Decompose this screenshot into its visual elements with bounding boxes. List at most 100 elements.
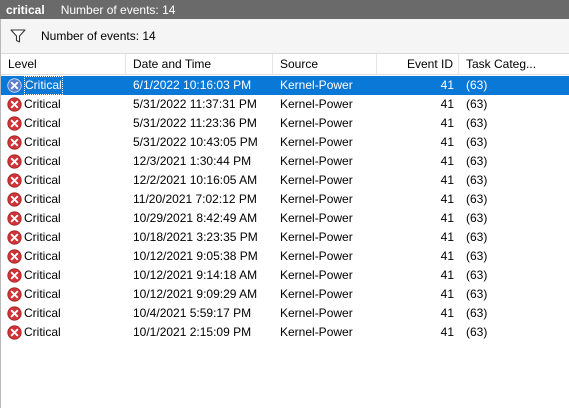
critical-icon [7, 173, 22, 188]
event-row[interactable]: Critical 6/1/2022 10:16:03 PM Kernel-Power… [1, 76, 569, 95]
event-level-label: Critical [24, 230, 61, 244]
event-row[interactable]: Critical 10/1/2021 2:15:09 PM Kernel-Power… [1, 323, 569, 342]
event-level-label: Critical [24, 287, 61, 301]
event-row[interactable]: Critical 11/20/2021 7:02:12 PM Kernel-Powe… [1, 190, 569, 209]
event-level-cell: Critical [1, 266, 126, 285]
event-id: 41 [440, 135, 454, 149]
event-row[interactable]: Critical 10/12/2021 9:09:29 AM Kernel-Powe… [1, 285, 569, 304]
event-id: 41 [440, 97, 454, 111]
event-task-category: (63) [466, 230, 488, 244]
event-level-cell: Critical [1, 171, 126, 190]
column-header: Level Date and Time Source Event ID Task… [1, 54, 569, 75]
critical-icon [7, 154, 22, 169]
critical-icon [7, 306, 22, 321]
event-id: 41 [440, 249, 454, 263]
event-id: 41 [440, 306, 454, 320]
column-header-date-time[interactable]: Date and Time [126, 54, 273, 74]
event-level-label: Critical [24, 173, 61, 187]
critical-icon [7, 97, 22, 112]
event-date-time: 10/12/2021 9:14:18 AM [133, 268, 258, 282]
event-row[interactable]: Critical 10/29/2021 8:42:49 AM Kernel-Powe… [1, 209, 569, 228]
event-date-time: 10/18/2021 3:23:35 PM [133, 230, 258, 244]
event-date-time: 5/31/2022 11:23:36 PM [133, 116, 257, 130]
event-level-label: Critical [24, 116, 61, 130]
event-date-time: 12/3/2021 1:30:44 PM [133, 154, 252, 168]
event-row[interactable]: Critical 5/31/2022 11:37:31 PM Kernel-Powe… [1, 95, 569, 114]
critical-icon [7, 230, 22, 245]
event-id: 41 [440, 78, 454, 92]
view-name: critical [6, 2, 45, 17]
column-header-event-id[interactable]: Event ID [377, 54, 459, 74]
column-header-level[interactable]: Level [1, 54, 126, 74]
event-level-label: Critical [24, 211, 61, 225]
event-task-category: (63) [466, 116, 488, 130]
event-task-category: (63) [466, 306, 488, 320]
event-task-category: (63) [466, 173, 488, 187]
event-task-category: (63) [466, 211, 488, 225]
event-task-category: (63) [466, 97, 488, 111]
event-row[interactable]: Critical 10/4/2021 5:59:17 PM Kernel-Power… [1, 304, 569, 323]
event-date-time: 5/31/2022 10:43:05 PM [133, 135, 258, 149]
event-row[interactable]: Critical 10/12/2021 9:05:38 PM Kernel-Powe… [1, 247, 569, 266]
event-id: 41 [440, 325, 454, 339]
event-row[interactable]: Critical 12/3/2021 1:30:44 PM Kernel-Power… [1, 152, 569, 171]
critical-icon [7, 78, 22, 93]
event-level-cell: Critical [1, 114, 126, 133]
event-date-time: 12/2/2021 10:16:05 AM [133, 173, 258, 187]
event-level-label: Critical [24, 192, 61, 206]
event-date-time: 10/1/2021 2:15:09 PM [133, 325, 252, 339]
event-id: 41 [440, 287, 454, 301]
event-level-cell: Critical [1, 133, 126, 152]
event-source: Kernel-Power [280, 116, 353, 130]
event-id: 41 [440, 230, 454, 244]
event-level-label: Critical [24, 306, 61, 320]
event-level-label: Critical [24, 325, 61, 339]
event-date-time: 10/12/2021 9:09:29 AM [133, 287, 258, 301]
critical-icon [7, 135, 22, 150]
event-date-time: 6/1/2022 10:16:03 PM [133, 78, 252, 92]
event-source: Kernel-Power [280, 287, 353, 301]
event-row[interactable]: Critical 10/12/2021 9:14:18 AM Kernel-Powe… [1, 266, 569, 285]
event-task-category: (63) [459, 76, 545, 95]
event-level-label: Critical [24, 249, 61, 263]
events-panel: Number of events: 14 Level Date and Time… [0, 19, 569, 408]
critical-icon [7, 287, 22, 302]
critical-icon [7, 268, 22, 283]
event-source: Kernel-Power [280, 154, 353, 168]
event-id: 41 [440, 192, 454, 206]
event-row[interactable]: Critical 12/2/2021 10:16:05 AM Kernel-Powe… [1, 171, 569, 190]
event-level-cell: Critical [1, 285, 126, 304]
event-row[interactable]: Critical 5/31/2022 10:43:05 PM Kernel-Powe… [1, 133, 569, 152]
event-level-cell: Critical [1, 76, 126, 95]
column-header-task-category[interactable]: Task Categ... [459, 54, 545, 74]
event-level-cell: Critical [1, 228, 126, 247]
event-id: 41 [440, 211, 454, 225]
event-task-category: (63) [466, 325, 488, 339]
event-list: Critical 6/1/2022 10:16:03 PM Kernel-Power… [1, 76, 569, 342]
event-level-cell: Critical [1, 247, 126, 266]
event-source: Kernel-Power [280, 78, 353, 92]
column-header-source[interactable]: Source [273, 54, 377, 74]
event-level-label: Critical [24, 154, 61, 168]
event-date-time: 10/4/2021 5:59:17 PM [133, 306, 252, 320]
event-level-cell: Critical [1, 323, 126, 342]
critical-icon [7, 325, 22, 340]
event-row[interactable]: Critical 10/18/2021 3:23:35 PM Kernel-Powe… [1, 228, 569, 247]
event-id: 41 [440, 173, 454, 187]
filter-icon [10, 29, 26, 43]
event-level-cell: Critical [1, 190, 126, 209]
event-task-category: (63) [466, 154, 488, 168]
event-task-category: (63) [466, 268, 488, 282]
event-level-label: Critical [24, 76, 63, 95]
event-date-time: 11/20/2021 7:02:12 PM [133, 192, 257, 206]
event-source: Kernel-Power [280, 268, 353, 282]
event-source: Kernel-Power [280, 230, 353, 244]
event-level-cell: Critical [1, 152, 126, 171]
event-source: Kernel-Power [280, 192, 353, 206]
filter-bar: Number of events: 14 [1, 19, 569, 54]
event-row[interactable]: Critical 5/31/2022 11:23:36 PM Kernel-Powe… [1, 114, 569, 133]
event-source: Kernel-Power [280, 211, 353, 225]
event-id: 41 [440, 116, 454, 130]
event-level-label: Critical [24, 135, 61, 149]
event-source: Kernel-Power [280, 135, 353, 149]
